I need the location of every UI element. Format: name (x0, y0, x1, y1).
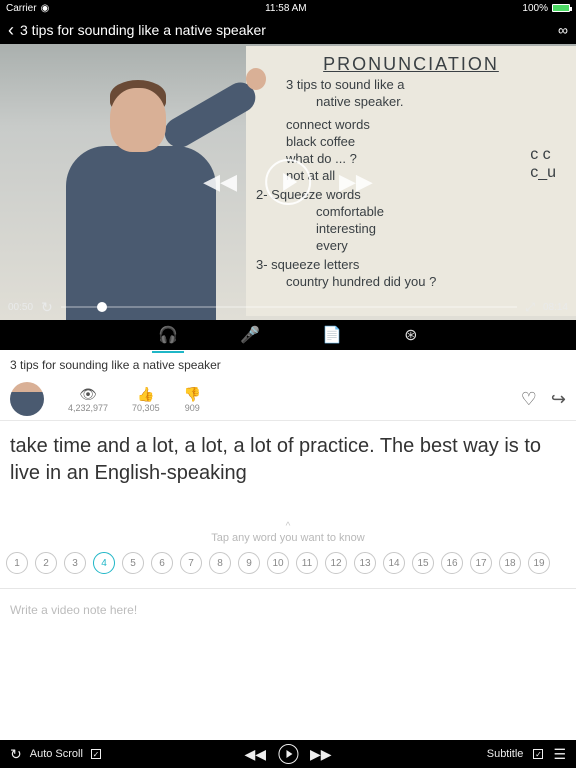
thumbs-down-icon: 👎 (184, 386, 201, 403)
sentence-chip-8[interactable]: 8 (209, 552, 231, 574)
wb-sec1: connect words (286, 117, 566, 132)
subtitle-label[interactable]: Subtitle (487, 748, 524, 760)
bottom-bar: ↻ Auto Scroll ✓ ◀◀ ▶▶ Subtitle ✓ ☰ (0, 740, 576, 768)
sentence-chip-2[interactable]: 2 (35, 552, 57, 574)
wb-cc2: c_u (530, 164, 556, 182)
views-stat: 👁 4,232,977 (68, 386, 108, 413)
progress-track[interactable] (61, 306, 518, 308)
play-sentence-button[interactable] (278, 744, 298, 764)
thumbs-up-icon: 👍 (137, 386, 154, 403)
dislikes-count: 909 (185, 403, 200, 413)
wb-subtitle1: 3 tips to sound like a (286, 77, 566, 92)
sentence-chips: 12345678910111213141516171819 (0, 544, 576, 588)
transcript-text[interactable]: take time and a lot, a lot, a lot of pra… (0, 421, 576, 495)
subtitle-checkbox[interactable]: ✓ (533, 749, 543, 759)
video-player[interactable]: PRONUNCIATION 3 tips to sound like a nat… (0, 44, 576, 320)
rewind-button[interactable]: ◀◀ (203, 169, 237, 195)
replay-icon[interactable]: ↻ (41, 299, 53, 316)
likes-count: 70,305 (132, 403, 160, 413)
views-count: 4,232,977 (68, 403, 108, 413)
wb-cc1: c c (530, 146, 556, 164)
autoscroll-checkbox[interactable]: ✓ (91, 749, 101, 759)
forward-button[interactable]: ▶▶ (339, 169, 373, 195)
wb-subtitle2: native speaker. (316, 94, 566, 109)
tab-speak[interactable]: 🎤 (234, 321, 266, 349)
eye-icon: 👁 (79, 386, 97, 403)
duration-time: 08:14 (543, 302, 568, 313)
autoscroll-label[interactable]: Auto Scroll (30, 748, 83, 760)
back-button[interactable]: ‹ (8, 20, 14, 41)
fullscreen-icon[interactable]: ⤢ (525, 300, 535, 315)
play-controls: ◀◀ ▶▶ (203, 159, 373, 205)
page-title: 3 tips for sounding like a native speake… (20, 22, 558, 38)
sentence-chip-16[interactable]: 16 (441, 552, 463, 574)
status-bar: Carrier ◉ 11:58 AM 100% (0, 0, 576, 16)
video-meta: 3 tips for sounding like a native speake… (0, 350, 576, 421)
next-sentence-button[interactable]: ▶▶ (310, 746, 332, 763)
wb-cc: c c c_u (530, 146, 556, 182)
sentence-chip-6[interactable]: 6 (151, 552, 173, 574)
progress-bar-row: 00:50 ↻ ⤢ 08:14 (0, 294, 576, 320)
sentence-chip-9[interactable]: 9 (238, 552, 260, 574)
carrier-label: Carrier (6, 3, 37, 14)
wb-sec3: 3- squeeze letters (256, 257, 566, 272)
wb-s3a: country hundred did you ? (286, 274, 566, 289)
tab-listen[interactable]: 🎧 (152, 321, 184, 349)
refresh-bottom-icon[interactable]: ↻ (10, 746, 22, 763)
sentence-chip-18[interactable]: 18 (499, 552, 521, 574)
sentence-chip-17[interactable]: 17 (470, 552, 492, 574)
sentence-chip-5[interactable]: 5 (122, 552, 144, 574)
meta-title: 3 tips for sounding like a native speake… (10, 358, 566, 372)
likes-stat[interactable]: 👍 70,305 (132, 386, 160, 413)
progress-thumb[interactable] (97, 302, 107, 312)
play-button[interactable] (265, 159, 311, 205)
elapsed-time: 00:50 (8, 302, 33, 313)
note-input[interactable]: Write a video note here! (0, 589, 576, 631)
sentence-chip-15[interactable]: 15 (412, 552, 434, 574)
wb-s2b: interesting (316, 221, 566, 236)
share-arrow-icon[interactable]: ↪ (551, 389, 566, 410)
battery-icon (552, 4, 570, 12)
wifi-icon: ◉ (41, 3, 50, 14)
sentence-chip-3[interactable]: 3 (64, 552, 86, 574)
list-icon[interactable]: ☰ (553, 746, 566, 763)
wb-title: PRONUNCIATION (256, 54, 566, 75)
battery-percent: 100% (522, 3, 548, 14)
sentence-chip-11[interactable]: 11 (296, 552, 318, 574)
sentence-chip-4[interactable]: 4 (93, 552, 115, 574)
sentence-chip-19[interactable]: 19 (528, 552, 550, 574)
share-icon[interactable]: ∞ (558, 22, 568, 38)
sentence-chip-12[interactable]: 12 (325, 552, 347, 574)
channel-avatar[interactable] (10, 382, 44, 416)
status-time: 11:58 AM (265, 3, 307, 14)
tab-more[interactable]: ⊛ (398, 321, 423, 349)
sentence-chip-10[interactable]: 10 (267, 552, 289, 574)
dislikes-stat[interactable]: 👎 909 (184, 386, 201, 413)
sentence-chip-1[interactable]: 1 (6, 552, 28, 574)
heart-icon[interactable]: ♡ (521, 389, 537, 410)
wb-s1a: black coffee (286, 134, 566, 149)
nav-bar: ‹ 3 tips for sounding like a native spea… (0, 16, 576, 44)
tap-word-hint: Tap any word you want to know (0, 521, 576, 544)
sentence-chip-14[interactable]: 14 (383, 552, 405, 574)
sentence-chip-13[interactable]: 13 (354, 552, 376, 574)
tab-notes[interactable]: 📄 (316, 321, 348, 349)
mode-tabs: 🎧 🎤 📄 ⊛ (0, 320, 576, 350)
sentence-chip-7[interactable]: 7 (180, 552, 202, 574)
prev-sentence-button[interactable]: ◀◀ (244, 746, 266, 763)
wb-s2c: every (316, 238, 566, 253)
wb-s2a: comfortable (316, 204, 566, 219)
